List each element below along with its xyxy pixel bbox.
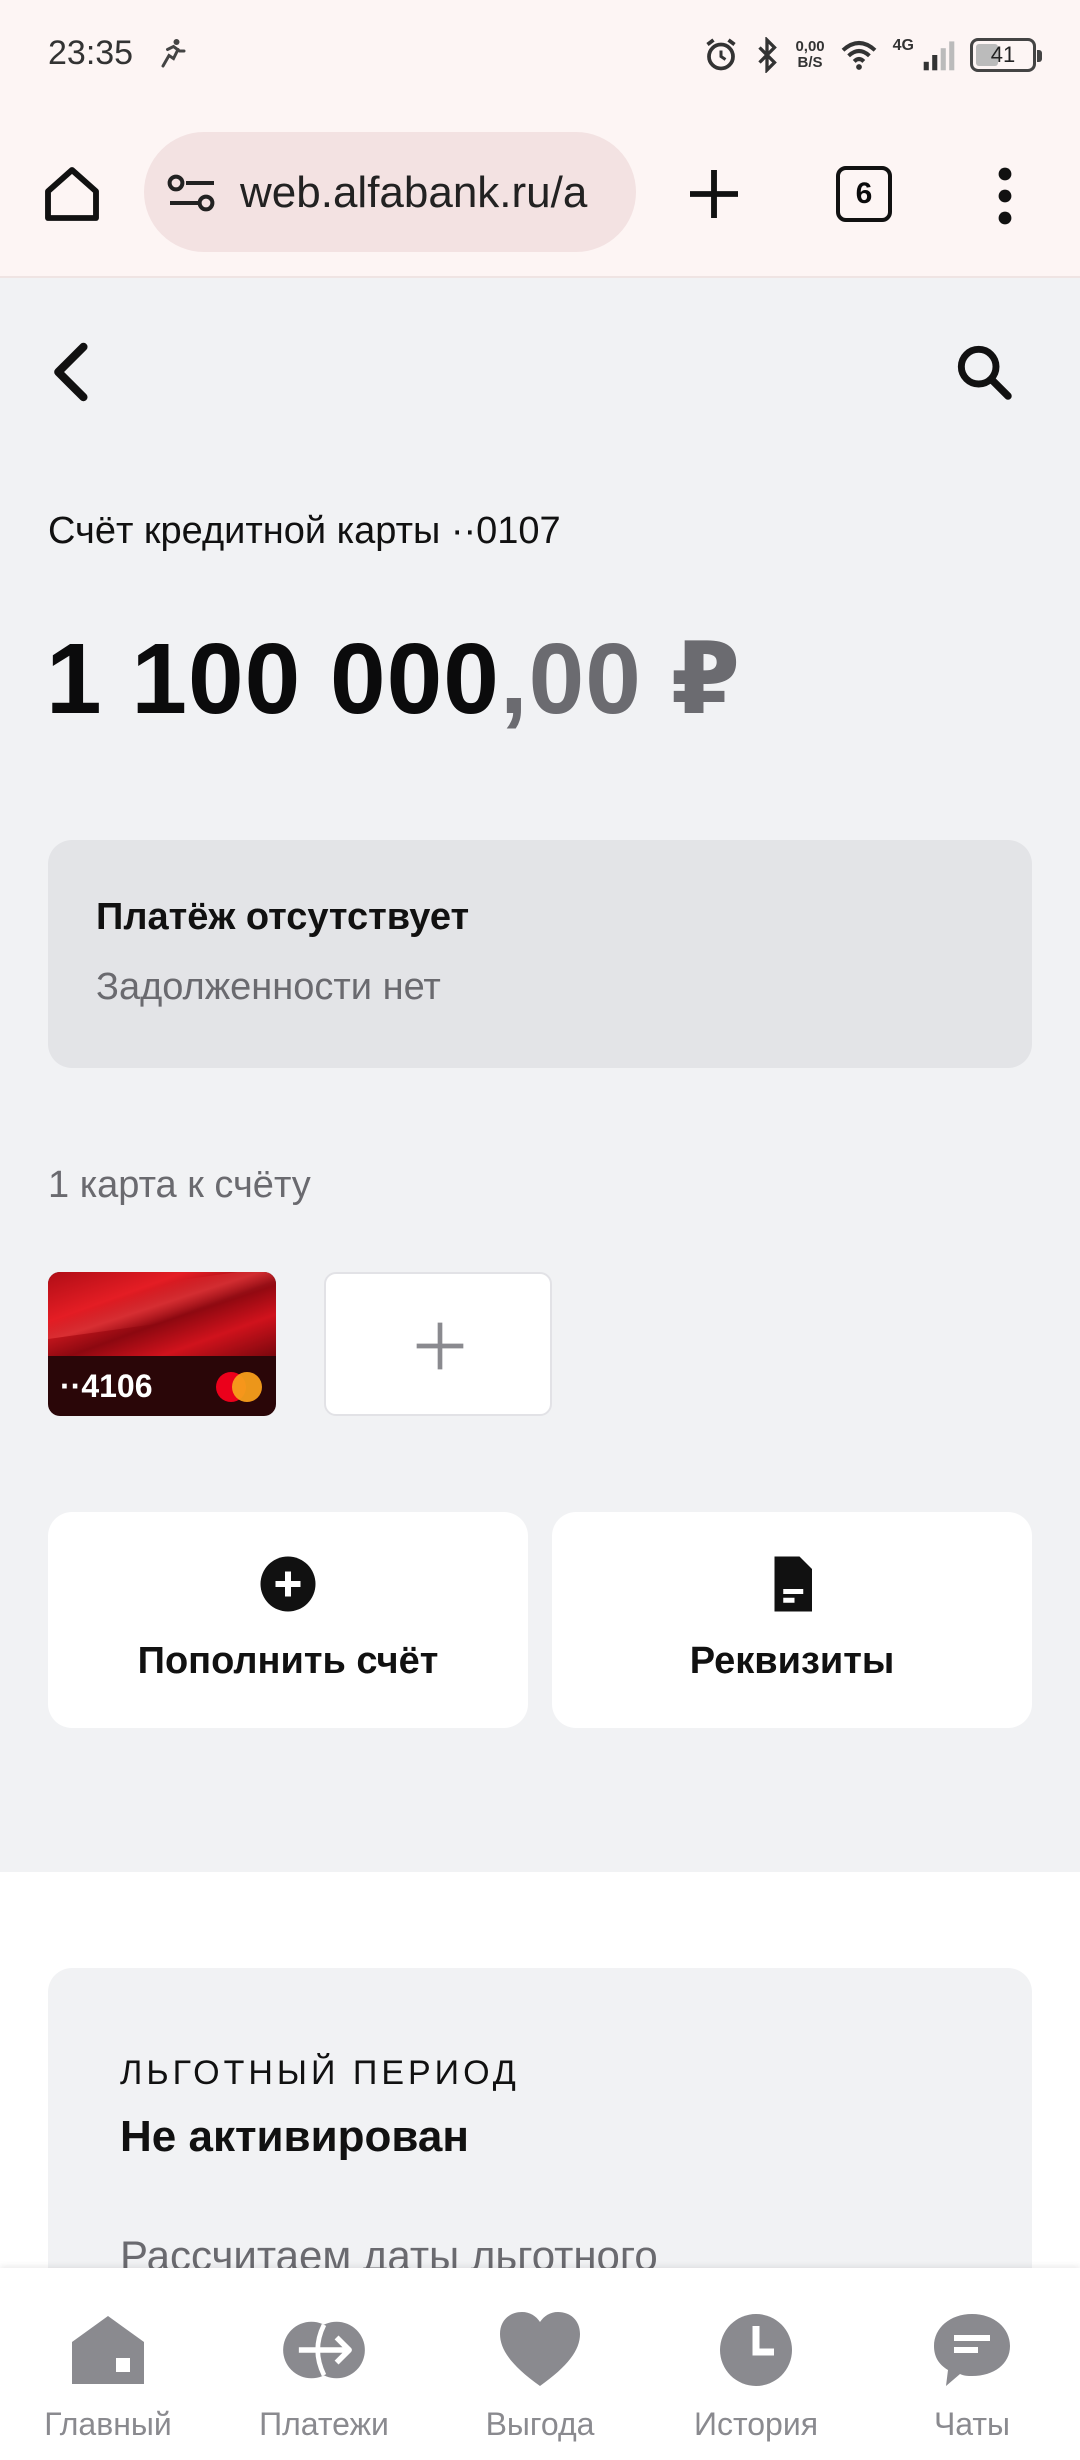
balance-integer: 1 100 000 bbox=[46, 623, 500, 735]
top-up-button[interactable]: Пополнить счёт bbox=[48, 1512, 528, 1728]
url-text: web.alfabank.ru/a bbox=[240, 168, 588, 217]
clock-icon bbox=[720, 2314, 792, 2386]
requisites-label: Реквизиты bbox=[689, 1640, 895, 1682]
plus-icon bbox=[416, 1322, 464, 1370]
nav-label-chats: Чаты bbox=[933, 2406, 1011, 2442]
url-bar[interactable]: web.alfabank.ru/a bbox=[144, 132, 636, 252]
grace-period-status: Не активирован bbox=[120, 2112, 469, 2161]
chat-icon bbox=[934, 2314, 1010, 2386]
more-menu-icon[interactable] bbox=[990, 166, 1020, 226]
battery-icon: 41 bbox=[970, 38, 1042, 72]
account-title: Счёт кредитной карты ··0107 bbox=[48, 510, 561, 552]
network-rate: 0,00 B/S bbox=[795, 38, 825, 71]
cards-count-label: 1 карта к счёту bbox=[48, 1164, 311, 1206]
requisites-button[interactable]: Реквизиты bbox=[552, 1512, 1032, 1728]
card-number: ··4106 bbox=[60, 1368, 153, 1404]
bank-card-thumbnail[interactable]: ··4106 bbox=[48, 1272, 276, 1416]
nav-item-payments[interactable]: Платежи bbox=[216, 2268, 432, 2460]
nav-label-benefits: Выгода bbox=[485, 2406, 595, 2442]
payment-title: Платёж отсутствует bbox=[96, 896, 470, 938]
network-type: 4G bbox=[892, 37, 914, 54]
card-artwork bbox=[48, 1272, 276, 1356]
balance-fraction: ,00 ₽ bbox=[499, 623, 742, 735]
bottom-navigation: Главный Платежи Выгода История Чаты bbox=[0, 2268, 1080, 2460]
mastercard-icon bbox=[216, 1372, 262, 1402]
add-circle-icon bbox=[260, 1556, 316, 1612]
nav-item-chats[interactable]: Чаты bbox=[864, 2268, 1080, 2460]
status-time: 23:35 bbox=[48, 34, 134, 72]
top-up-label: Пополнить счёт bbox=[137, 1640, 439, 1682]
transfer-icon bbox=[283, 2321, 365, 2379]
grace-period-kicker: ЛЬГОТНЫЙ ПЕРИОД bbox=[120, 2054, 520, 2092]
back-arrow-icon[interactable] bbox=[44, 340, 100, 404]
nav-label-home: Главный bbox=[44, 2406, 172, 2442]
nav-item-history[interactable]: История bbox=[648, 2268, 864, 2460]
signal-icon bbox=[923, 41, 955, 71]
add-card-button[interactable] bbox=[324, 1272, 552, 1416]
nav-item-home[interactable]: Главный bbox=[0, 2268, 216, 2460]
heart-icon bbox=[500, 2312, 580, 2386]
bluetooth-icon bbox=[758, 37, 778, 73]
wifi-icon bbox=[841, 41, 876, 70]
home-icon[interactable] bbox=[40, 162, 104, 226]
payment-subtitle: Задолженности нет bbox=[96, 966, 441, 1008]
nav-label-payments: Платежи bbox=[259, 2406, 389, 2442]
alarm-icon bbox=[706, 38, 737, 71]
account-balance: 1 100 000,00 ₽ bbox=[46, 620, 741, 737]
status-bar: 23:35 0,00 B/S 4G 41 bbox=[0, 0, 1080, 110]
tab-switcher-button[interactable]: 6 bbox=[836, 166, 892, 222]
new-tab-icon[interactable] bbox=[682, 162, 746, 226]
activity-icon bbox=[161, 39, 186, 68]
document-icon bbox=[774, 1556, 812, 1612]
nav-label-history: История bbox=[693, 2406, 819, 2442]
nav-item-benefits[interactable]: Выгода bbox=[432, 2268, 648, 2460]
payment-status-card: Платёж отсутствует Задолженности нет bbox=[48, 840, 1032, 1068]
browser-toolbar: web.alfabank.ru/a 6 bbox=[0, 110, 1080, 278]
site-settings-icon[interactable] bbox=[166, 172, 218, 214]
search-icon[interactable] bbox=[952, 340, 1016, 404]
home-icon bbox=[72, 2316, 144, 2384]
